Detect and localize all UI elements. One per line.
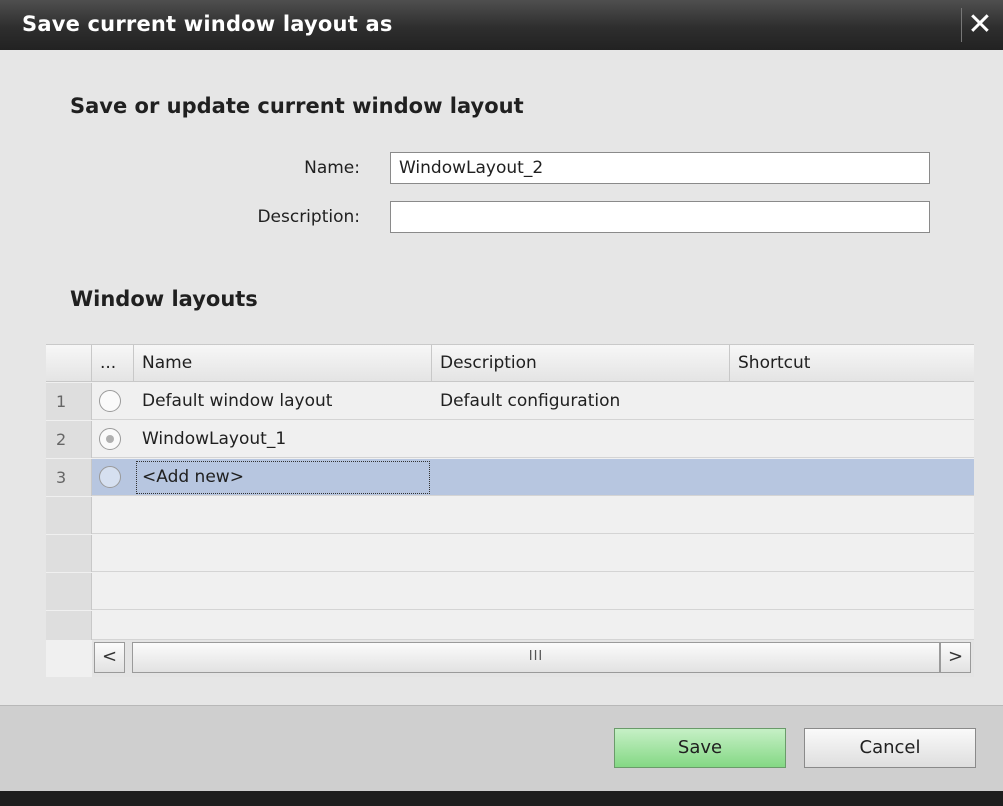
row-number: 2	[46, 421, 92, 458]
row-number-empty	[46, 497, 92, 534]
save-layout-dialog: Save current window layout as ✕ Save or …	[0, 0, 1003, 806]
header-rownum	[46, 345, 92, 382]
form-heading: Save or update current window layout	[70, 94, 524, 118]
description-input[interactable]	[390, 201, 930, 233]
layouts-table: ... Name Description Shortcut 1 Default …	[46, 344, 974, 677]
title-separator	[961, 8, 962, 42]
row-name[interactable]: WindowLayout_1	[134, 421, 432, 458]
empty-row	[46, 611, 974, 640]
bottom-edge	[0, 791, 1003, 806]
cancel-button[interactable]: Cancel	[804, 728, 976, 768]
header-col-shortcut[interactable]: Shortcut	[730, 345, 974, 382]
table-row[interactable]: 2 WindowLayout_1	[46, 421, 974, 458]
row-shortcut[interactable]	[730, 421, 974, 458]
empty-row	[46, 497, 974, 534]
table-row[interactable]: 1 Default window layout Default configur…	[46, 383, 974, 420]
layouts-heading: Window layouts	[70, 287, 258, 311]
row-description[interactable]	[432, 459, 730, 496]
scroll-left-icon[interactable]: <	[94, 642, 125, 673]
row-radio[interactable]	[99, 390, 121, 412]
name-input[interactable]	[390, 152, 930, 184]
empty-row	[46, 573, 974, 610]
horizontal-scrollbar[interactable]: < III >	[92, 640, 974, 677]
scroll-thumb[interactable]: III	[132, 642, 940, 673]
row-radio[interactable]	[99, 428, 121, 450]
header-col-description[interactable]: Description	[432, 345, 730, 382]
header-col-select[interactable]: ...	[92, 345, 134, 382]
row-shortcut[interactable]	[730, 383, 974, 420]
header-col-name[interactable]: Name	[134, 345, 432, 382]
row-number: 3	[46, 459, 92, 496]
row-radio[interactable]	[99, 466, 121, 488]
row-description[interactable]: Default configuration	[432, 383, 730, 420]
description-label: Description:	[257, 207, 360, 227]
row-name[interactable]: <Add new>	[134, 459, 432, 496]
row-name[interactable]: Default window layout	[134, 383, 432, 420]
row-number-empty	[46, 611, 92, 640]
empty-row	[46, 535, 974, 572]
table-row-selected[interactable]: 3 <Add new>	[46, 459, 974, 496]
scroll-right-icon[interactable]: >	[940, 642, 971, 673]
save-button[interactable]: Save	[614, 728, 786, 768]
row-number-empty	[46, 573, 92, 610]
row-number: 1	[46, 383, 92, 420]
row-description[interactable]	[432, 421, 730, 458]
dialog-title: Save current window layout as	[22, 12, 393, 36]
row-number-empty	[46, 535, 92, 572]
name-label: Name:	[304, 158, 360, 178]
row-shortcut[interactable]	[730, 459, 974, 496]
title-bar[interactable]: Save current window layout as ✕	[0, 0, 1003, 50]
close-icon[interactable]: ✕	[963, 8, 997, 42]
